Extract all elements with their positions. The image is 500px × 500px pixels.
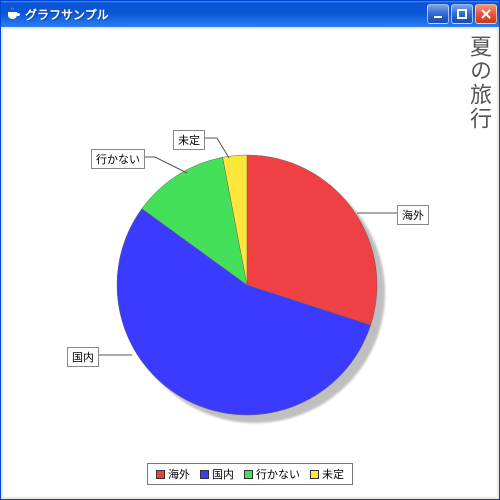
legend-item: 未定 xyxy=(310,466,344,482)
titlebar[interactable]: グラフサンプル xyxy=(1,1,499,27)
slice-label-kaigai: 海外 xyxy=(397,205,429,225)
java-coffee-icon xyxy=(5,6,21,22)
slice-label-ikanai: 行かない xyxy=(91,149,145,169)
legend-label: 行かない xyxy=(256,466,300,482)
plot-area: 海外 国内 行かない 未定 xyxy=(17,45,483,455)
legend-item: 行かない xyxy=(244,466,300,482)
legend-swatch xyxy=(200,470,209,479)
maximize-button[interactable] xyxy=(451,4,473,24)
client-area: 夏の旅行 海 xyxy=(3,29,497,497)
legend-item: 国内 xyxy=(200,466,234,482)
slice-label-mitei: 未定 xyxy=(173,130,205,150)
legend-swatch xyxy=(244,470,253,479)
pie-chart xyxy=(117,155,377,415)
close-button[interactable] xyxy=(475,4,497,24)
minimize-button[interactable] xyxy=(427,4,449,24)
app-window: グラフサンプル 夏の旅行 xyxy=(0,0,500,500)
window-controls xyxy=(427,4,497,24)
legend-label: 海外 xyxy=(168,466,190,482)
window-title: グラフサンプル xyxy=(25,6,423,23)
chart-panel: 夏の旅行 海 xyxy=(3,29,497,497)
legend-swatch xyxy=(310,470,319,479)
legend-label: 国内 xyxy=(212,466,234,482)
legend: 海外 国内 行かない 未定 xyxy=(17,459,483,487)
legend-box: 海外 国内 行かない 未定 xyxy=(147,463,353,485)
legend-label: 未定 xyxy=(322,466,344,482)
slice-label-kokunai: 国内 xyxy=(67,347,99,367)
legend-swatch xyxy=(156,470,165,479)
legend-item: 海外 xyxy=(156,466,190,482)
